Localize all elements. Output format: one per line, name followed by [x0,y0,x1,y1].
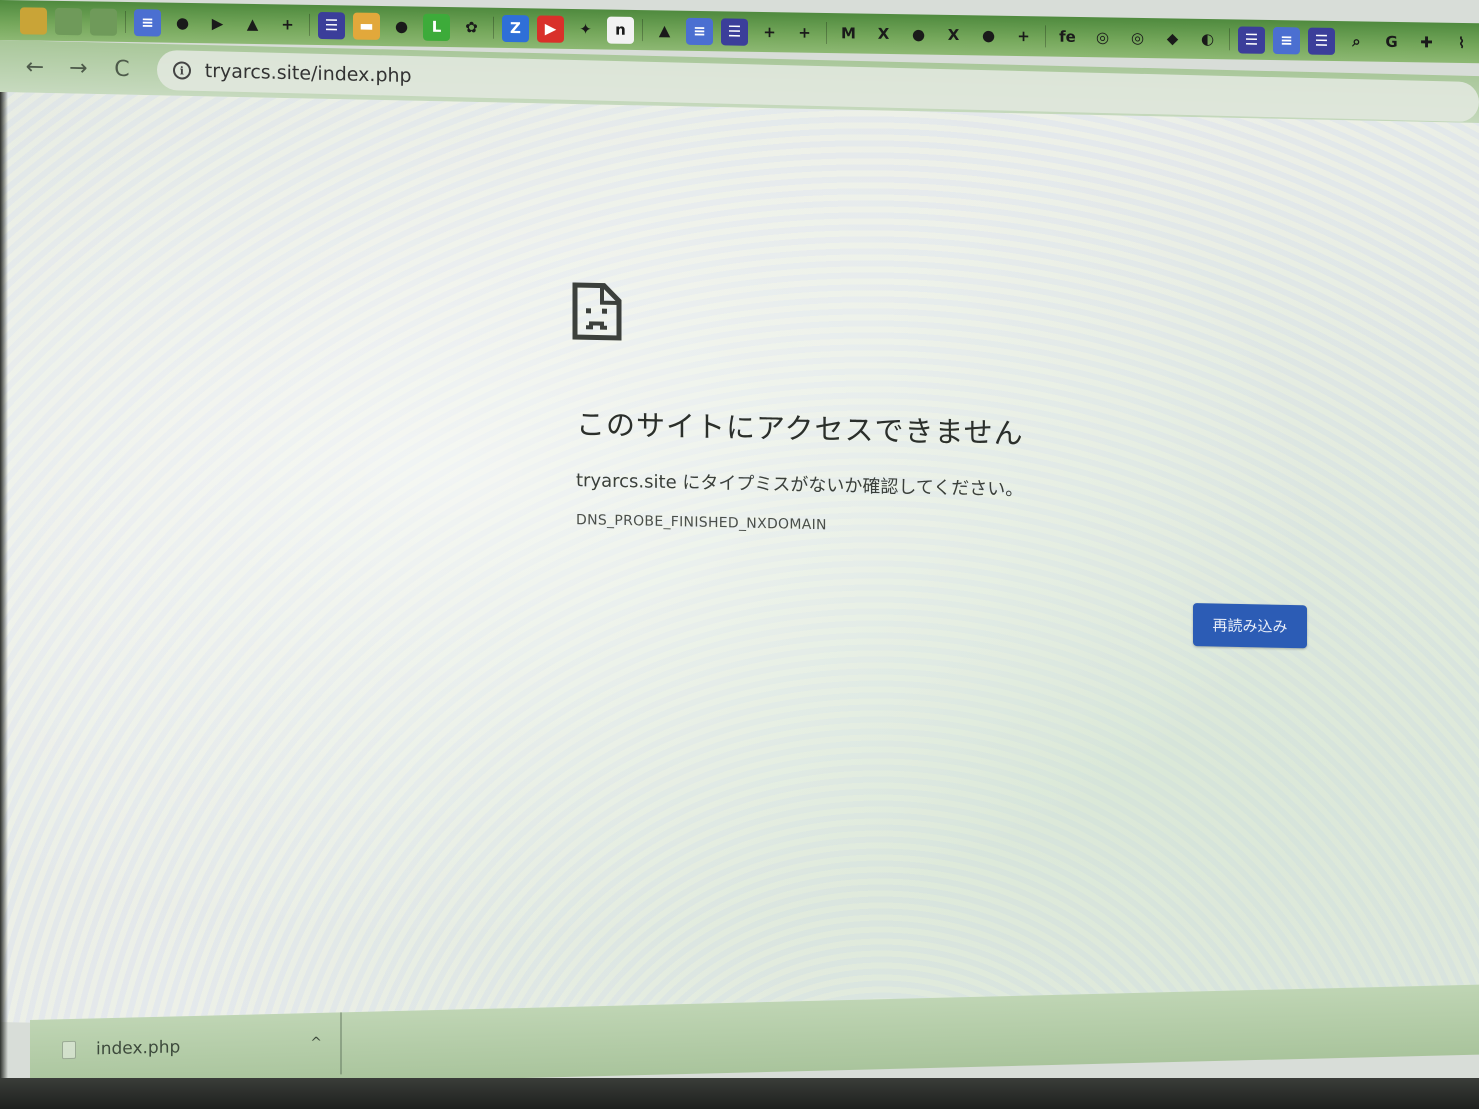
info-icon[interactable]: i [172,61,191,80]
chat-icon[interactable]: ● [388,13,415,40]
globe-icon[interactable]: ● [905,21,932,48]
error-title: このサイトにアクセスできません [576,407,1024,451]
x-icon[interactable]: X [870,20,897,47]
search-icon[interactable]: ⌕ [1343,28,1370,55]
error-page: このサイトにアクセスできません tryarcs.site にタイプミスがないか確… [0,92,1479,1053]
diamond-icon[interactable]: ◆ [1159,25,1186,52]
sad-document-icon [572,282,622,341]
extension-icon[interactable] [55,7,82,35]
bookmark-separator [1229,28,1230,51]
google-icon[interactable]: G [1378,28,1405,55]
list-icon[interactable]: ☰ [1308,27,1335,55]
browser-window: ≡ ● ▶ ▲ + ☰ ▬ ● L ✿ Z ▶ ✦ n ▲ ≡ ☰ + + M X ● X ● + fe ◎ ◎ ◆ ◐ ☰ ≡ ☰ ⌕ G ✚ ⌇ ←… [0,0,1479,1109]
back-arrow-icon[interactable]: ← [20,51,50,82]
plus-icon[interactable]: + [756,18,783,45]
list-icon[interactable]: ☰ [318,11,345,39]
fe-icon[interactable]: fe [1054,23,1081,50]
bookmark-separator [1045,25,1046,48]
monitor-bezel-bottom [0,1078,1479,1109]
circle-icon[interactable]: ◎ [1124,24,1151,51]
list-icon[interactable]: ☰ [721,17,748,46]
download-filename: index.php [96,1037,181,1060]
line-icon[interactable]: L [423,13,450,41]
bookmark-separator [309,13,310,36]
slides-icon[interactable]: ▬ [353,12,380,40]
globe-icon[interactable]: ● [169,9,196,36]
error-detail: tryarcs.site にタイプミスがないか確認してください。 [576,470,1024,501]
docs-icon[interactable]: ≡ [1273,26,1300,54]
file-icon [62,1040,76,1060]
plus-icon[interactable]: + [791,19,818,46]
docs-icon[interactable]: ≡ [134,8,161,37]
docs-icon[interactable]: ≡ [686,17,713,45]
list-icon[interactable]: ☰ [1238,25,1265,54]
circle-icon[interactable]: ◎ [1089,24,1116,51]
flower-icon[interactable]: ✿ [458,14,485,41]
url-text: tryarcs.site/index.php [204,60,412,88]
plus-icon[interactable]: + [1010,22,1037,49]
chevron-up-icon[interactable]: ^ [310,1035,322,1051]
flame-icon[interactable]: ◐ [1194,25,1221,52]
notion-icon[interactable]: n [607,16,634,44]
reload-button[interactable]: 再読み込み [1193,602,1307,649]
twitter-icon[interactable]: ✦ [572,15,599,42]
plus-icon[interactable]: + [274,11,301,38]
zoom-icon[interactable]: Z [502,14,529,42]
extension-icon[interactable] [90,7,117,36]
gmail-icon[interactable]: M [835,20,862,47]
app-icon[interactable] [20,6,47,35]
forward-arrow-icon[interactable]: → [64,53,94,84]
feed-icon[interactable]: ⌇ [1448,29,1475,56]
globe-icon[interactable]: ● [975,22,1002,49]
bookmark-separator [826,21,827,44]
x-icon[interactable]: X [940,21,967,48]
reload-icon[interactable]: C [107,54,137,85]
bookmark-separator [125,10,126,33]
bookmark-separator [642,19,643,42]
bookmark-separator [493,16,494,39]
play-icon[interactable]: ▶ [204,10,231,37]
youtube-icon[interactable]: ▶ [537,14,564,43]
monitor-bezel-left [0,92,8,1109]
puzzle-icon[interactable]: ✚ [1413,29,1440,56]
drive-icon[interactable]: ▲ [651,17,678,44]
drive-icon[interactable]: ▲ [239,10,266,37]
download-item[interactable]: index.php ^ [30,1012,342,1082]
error-code: DNS_PROBE_FINISHED_NXDOMAIN [576,512,827,534]
